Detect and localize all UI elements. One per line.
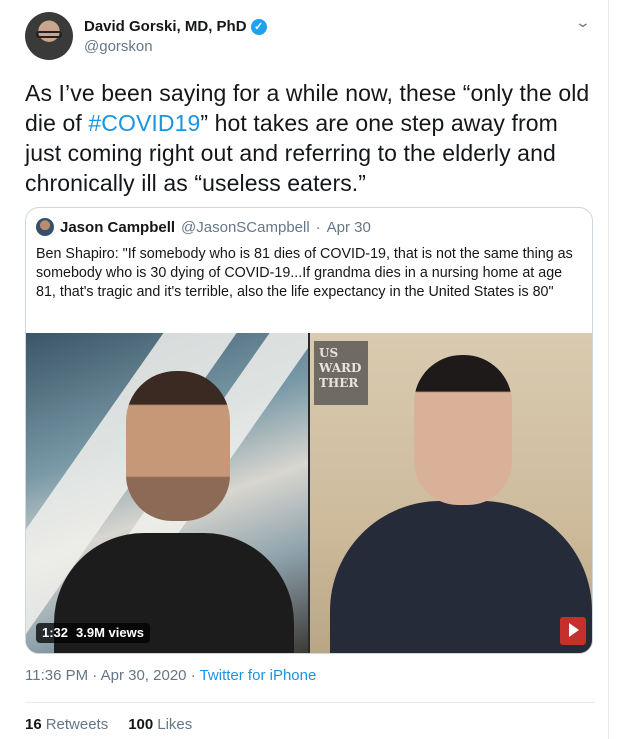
divider <box>25 702 595 703</box>
video-left-panel <box>26 333 308 653</box>
quoted-author-handle: @JasonSCampbell <box>181 218 310 236</box>
glasses-shape <box>36 31 62 38</box>
tweet-source-link[interactable]: Twitter for iPhone <box>200 667 317 684</box>
meta-separator: · <box>190 667 196 684</box>
author-avatar[interactable] <box>25 12 73 60</box>
tweet-stats: 16 Retweets 100 Likes <box>25 716 192 733</box>
chevron-down-icon[interactable]: ⌄ <box>575 14 591 31</box>
tweet-text: As I’ve been saying for a while now, the… <box>25 78 595 198</box>
quoted-author-name: Jason Campbell <box>60 218 176 236</box>
tweet-date[interactable]: Apr 30, 2020 <box>101 667 187 684</box>
verified-check-icon: ✓ <box>250 18 267 35</box>
person-right-body <box>330 501 592 653</box>
person-left-head <box>126 371 230 521</box>
retweets-stat[interactable]: 16 Retweets <box>25 716 108 733</box>
likes-count: 100 <box>128 716 154 733</box>
video-right-panel: US WARD THER <box>310 333 592 653</box>
video-player[interactable]: US WARD THER 1:32 3.9M views <box>26 333 592 653</box>
subscribe-play-icon <box>560 617 586 645</box>
video-views: 3.9M views <box>76 625 144 640</box>
author-name[interactable]: David Gorski, MD, PhD <box>84 18 247 35</box>
quoted-tweet-header: Jason Campbell @JasonSCampbell · Apr 30 <box>36 218 371 236</box>
likes-label: Likes <box>157 716 193 733</box>
background-sign: US WARD THER <box>314 341 368 405</box>
sign-line: THER <box>319 376 359 390</box>
video-duration: 1:32 <box>42 625 69 640</box>
retweets-count: 16 <box>25 716 42 733</box>
author-handle[interactable]: @gorskon <box>84 38 153 55</box>
person-right-head <box>414 355 512 505</box>
quoted-separator: · <box>315 218 321 236</box>
likes-stat[interactable]: 100 Likes <box>128 716 192 733</box>
sign-line: WARD <box>319 361 362 375</box>
meta-separator: · <box>92 667 98 684</box>
quoted-tweet-text: Ben Shapiro: "If somebody who is 81 dies… <box>36 246 573 300</box>
sign-line: US <box>319 346 339 360</box>
tweet-meta: 11:36 PM · Apr 30, 2020 · Twitter for iP… <box>25 667 316 684</box>
video-badge: 1:32 3.9M views <box>36 623 150 643</box>
retweets-label: Retweets <box>45 716 109 733</box>
hashtag-link[interactable]: #COVID19 <box>88 110 200 136</box>
quoted-author-avatar <box>36 218 54 236</box>
quoted-date: Apr 30 <box>326 218 371 236</box>
tweet-time[interactable]: 11:36 PM <box>25 667 88 684</box>
author-name-row[interactable]: David Gorski, MD, PhD ✓ <box>84 18 267 35</box>
tweet-card: David Gorski, MD, PhD ✓ @gorskon ⌄ As I’… <box>0 0 609 739</box>
quoted-tweet[interactable]: Jason Campbell @JasonSCampbell · Apr 30 … <box>25 207 593 654</box>
